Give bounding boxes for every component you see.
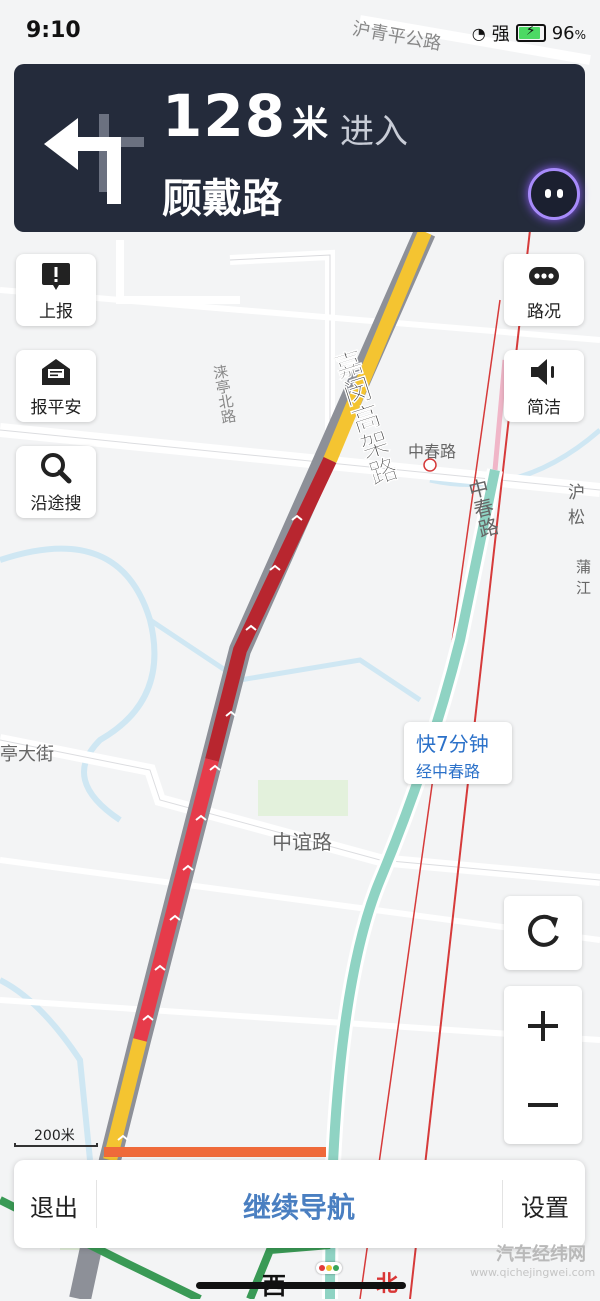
map-label-pujiang: 蒲江 [576, 558, 592, 597]
map-label-zhongchun: 中春路 [408, 442, 457, 461]
distance-unit: 米 [292, 104, 330, 145]
divider [502, 1180, 503, 1228]
navigation-guidance-panel[interactable]: 128 米 进入 顾戴路 [14, 64, 585, 232]
zoom-controls [504, 986, 582, 1144]
next-road-name: 顾戴路 [162, 176, 282, 222]
map-label-tingda: 亭大街 [0, 744, 54, 765]
turn-action: 进入 [340, 112, 408, 152]
minus-icon [528, 1103, 558, 1107]
refresh-icon [528, 914, 559, 947]
distance-value: 128 [162, 82, 287, 150]
scale-label: 200米 [34, 1128, 75, 1144]
report-button[interactable]: 上报 [16, 254, 96, 326]
map-label-husong: 沪松 [568, 483, 585, 528]
more-icon [529, 266, 559, 285]
traffic-light-icon [316, 1262, 342, 1274]
alternative-route-bubble[interactable]: 快7分钟 经中春路 [404, 722, 512, 784]
zoom-out-button[interactable] [504, 1065, 582, 1144]
voice-assistant-icon[interactable] [528, 168, 580, 220]
status-time: 9:10 [26, 18, 81, 43]
watermark: 汽车经纬网 [496, 1244, 586, 1265]
safety-button[interactable]: 报平安 [16, 350, 96, 422]
search-along-button[interactable]: 沿途搜 [16, 446, 96, 518]
settings-button[interactable]: 设置 [521, 1188, 569, 1223]
exit-button[interactable]: 退出 [30, 1188, 78, 1223]
home-indicator[interactable] [196, 1282, 406, 1289]
envelope-icon [42, 358, 70, 385]
status-bar: 9:10 ◔ 强 ⚡ 96% [0, 0, 600, 62]
watermark-url: www.qichejingwei.com [470, 1266, 596, 1279]
alternative-route-via: 经中春路 [416, 762, 481, 781]
plus-icon [528, 1011, 558, 1041]
search-icon [41, 452, 72, 483]
battery-icon: ⚡ [515, 23, 546, 42]
divider [96, 1180, 97, 1228]
report-label: 上报 [39, 301, 73, 322]
speaker-icon [531, 358, 554, 385]
traffic-label: 路况 [527, 301, 561, 322]
voice-mode-button[interactable]: 简洁 [504, 350, 584, 422]
battery-unit: % [574, 27, 586, 42]
zoom-in-button[interactable] [504, 986, 582, 1065]
traffic-button[interactable]: 路况 [504, 254, 584, 326]
map-scale: 200米 [14, 1125, 98, 1149]
refresh-route-button[interactable] [504, 896, 582, 970]
navigation-bottom-bar: 退出 继续导航 设置 [14, 1160, 585, 1248]
search-along-label: 沿途搜 [30, 493, 82, 514]
voice-mode-label: 简洁 [527, 397, 561, 418]
alternative-time-saving: 快7分钟 [416, 732, 489, 756]
status-indicators: ◔ 强 ⚡ 96% [472, 20, 586, 46]
map-label-zhongyi: 中谊路 [272, 830, 332, 854]
report-icon [42, 262, 70, 290]
scale-bar [14, 1143, 98, 1147]
safety-label: 报平安 [30, 397, 82, 418]
turn-left-icon [44, 114, 144, 204]
moon-icon: ◔ [471, 23, 486, 43]
battery-value: 96 [551, 22, 575, 44]
battery-percent: 96% [552, 23, 586, 44]
signal-strength: 强 [491, 24, 510, 45]
charging-icon: ⚡ [525, 23, 536, 39]
continue-navigation-button[interactable]: 继续导航 [164, 1186, 434, 1226]
turn-distance: 128 米 [162, 82, 329, 150]
